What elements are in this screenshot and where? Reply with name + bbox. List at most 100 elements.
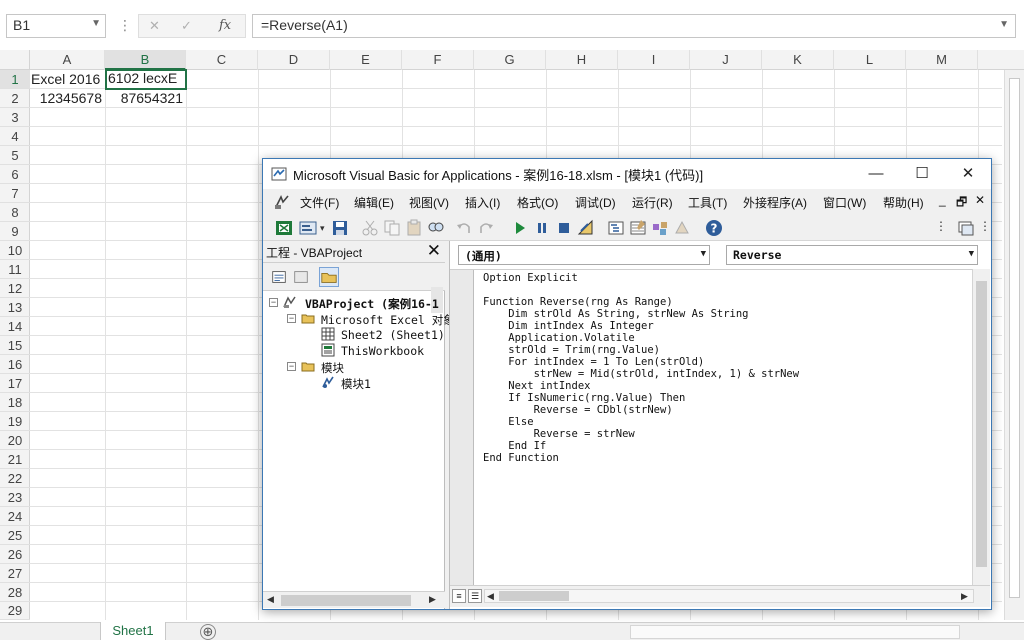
tree-item-excel-objects[interactable]: Microsoft Excel 对象 (321, 312, 455, 328)
code-line[interactable]: Next intIndex (483, 380, 799, 392)
toolbar-overflow-icon[interactable]: ⋮ (979, 219, 991, 233)
run-icon[interactable] (511, 219, 529, 237)
menu-add-ins[interactable]: 外接程序(A) (743, 194, 807, 211)
row-header[interactable]: 13 (0, 298, 30, 317)
sheet-tab-sheet1[interactable]: Sheet1 (100, 622, 166, 640)
code-line[interactable]: Application.Volatile (483, 332, 799, 344)
code-horizontal-scrollbar[interactable]: ◀ ▶ (484, 589, 974, 603)
project-horizontal-scrollbar[interactable]: ◀ ▶ (263, 591, 445, 608)
menu-help[interactable]: 帮助(H) (883, 194, 924, 211)
menu-tools[interactable]: 工具(T) (688, 194, 727, 211)
column-header[interactable]: I (618, 50, 690, 70)
code-line[interactable]: Reverse = CDbl(strNew) (483, 404, 799, 416)
tree-expander[interactable]: − (269, 298, 278, 307)
expand-formula-icon[interactable]: ▼ (999, 19, 1009, 30)
code-line[interactable]: If IsNumeric(rng.Value) Then (483, 392, 799, 404)
help-icon[interactable]: ? (705, 219, 723, 237)
formula-input[interactable]: =Reverse(A1) ▼ (252, 14, 1016, 38)
code-line[interactable]: For intIndex = 1 To Len(strOld) (483, 356, 799, 368)
menu-insert[interactable]: 插入(I) (465, 194, 500, 211)
code-line[interactable]: Else (483, 416, 799, 428)
select-all-corner[interactable] (0, 50, 30, 70)
menu-format[interactable]: 格式(O) (517, 194, 558, 211)
close-button[interactable]: ✕ (953, 163, 983, 185)
column-header[interactable]: J (690, 50, 762, 70)
code-line[interactable]: strNew = Mid(strOld, intIndex, 1) & strN… (483, 368, 800, 380)
scroll-left-icon[interactable]: ◀ (267, 594, 274, 605)
scrollbar-thumb[interactable] (281, 595, 411, 606)
scroll-right-icon[interactable]: ▶ (429, 594, 436, 605)
object-combo[interactable]: (通用) ▼ (458, 245, 710, 265)
toolbar-overflow-icon[interactable]: ⋮ (935, 219, 947, 233)
row-header[interactable]: 20 (0, 431, 30, 450)
column-header[interactable]: D (258, 50, 330, 70)
row-header[interactable]: 7 (0, 184, 30, 203)
row-header[interactable]: 11 (0, 260, 30, 279)
window-list-icon[interactable] (957, 219, 975, 237)
tree-item-vbaproject[interactable]: VBAProject (案例16-1 (305, 296, 439, 312)
menu-edit[interactable]: 编辑(E) (354, 194, 394, 211)
row-header[interactable]: 26 (0, 545, 30, 564)
row-header[interactable]: 5 (0, 146, 30, 165)
code-line[interactable]: Dim intIndex As Integer (483, 320, 799, 332)
menu-window[interactable]: 窗口(W) (823, 194, 866, 211)
scrollbar-thumb[interactable] (499, 591, 569, 601)
insert-userform-icon[interactable] (299, 219, 317, 237)
maximize-button[interactable]: ☐ (907, 163, 937, 185)
chevron-down-icon[interactable]: ▼ (969, 249, 974, 259)
pause-icon[interactable] (533, 219, 551, 237)
close-icon[interactable]: ✕ (427, 241, 441, 261)
find-icon[interactable] (427, 219, 445, 237)
stop-icon[interactable] (555, 219, 573, 237)
menu-run[interactable]: 运行(R) (632, 194, 673, 211)
column-header[interactable]: A (30, 50, 105, 70)
add-sheet-button[interactable]: ⊕ (200, 624, 216, 640)
vba-menu-icon[interactable] (273, 193, 291, 211)
scroll-right-icon[interactable]: ▶ (961, 591, 968, 602)
code-line[interactable]: strOld = Trim(rng.Value) (483, 344, 799, 356)
minimize-button[interactable]: — (861, 163, 891, 185)
row-header[interactable]: 17 (0, 374, 30, 393)
procedure-combo[interactable]: Reverse ▼ (726, 245, 978, 265)
row-header[interactable]: 15 (0, 336, 30, 355)
view-object-icon[interactable] (291, 267, 311, 287)
redo-icon[interactable] (477, 219, 495, 237)
tree-item-modules[interactable]: 模块 (321, 360, 344, 376)
tree-expander[interactable]: − (287, 362, 296, 371)
mdi-close-button[interactable]: ✕ (975, 193, 985, 207)
design-mode-icon[interactable] (577, 219, 595, 237)
save-icon[interactable] (331, 219, 349, 237)
column-header[interactable]: L (834, 50, 906, 70)
row-header[interactable]: 4 (0, 127, 30, 146)
copy-icon[interactable] (383, 219, 401, 237)
cell-a2[interactable]: 12345678 (31, 89, 105, 108)
enter-icon[interactable]: ✓ (181, 18, 192, 34)
column-header[interactable]: E (330, 50, 402, 70)
properties-window-icon[interactable] (629, 219, 647, 237)
tree-item-sheet2[interactable]: Sheet2 (Sheet1) (341, 328, 445, 342)
column-header[interactable]: H (546, 50, 618, 70)
mdi-restore-button[interactable]: 🗗 (956, 193, 967, 214)
cell-b1[interactable]: 6102 lecxE (105, 69, 187, 90)
tree-expander[interactable]: − (287, 314, 296, 323)
row-header[interactable]: 25 (0, 526, 30, 545)
row-header[interactable]: 19 (0, 412, 30, 431)
worksheet-horizontal-scrollbar[interactable] (630, 625, 960, 639)
row-header[interactable]: 9 (0, 222, 30, 241)
vba-title-bar[interactable]: Microsoft Visual Basic for Applications … (263, 159, 991, 189)
cut-icon[interactable] (361, 219, 379, 237)
code-line[interactable]: End Function (483, 452, 799, 464)
menu-debug[interactable]: 调试(D) (575, 194, 616, 211)
code-line[interactable]: Reverse = strNew (483, 428, 799, 440)
project-explorer-icon[interactable] (607, 219, 625, 237)
cancel-icon[interactable]: ✕ (149, 18, 160, 34)
chevron-down-icon[interactable]: ▼ (91, 18, 101, 29)
row-header[interactable]: 24 (0, 507, 30, 526)
scrollbar-thumb[interactable] (1009, 78, 1020, 598)
row-header[interactable]: 16 (0, 355, 30, 374)
row-header[interactable]: 2 (0, 89, 30, 108)
code-editor[interactable]: Option Explicit Function Reverse(rng As … (450, 269, 972, 586)
row-header[interactable]: 14 (0, 317, 30, 336)
insert-function-button[interactable]: fx (219, 18, 231, 33)
code-line[interactable]: End If (483, 440, 799, 452)
